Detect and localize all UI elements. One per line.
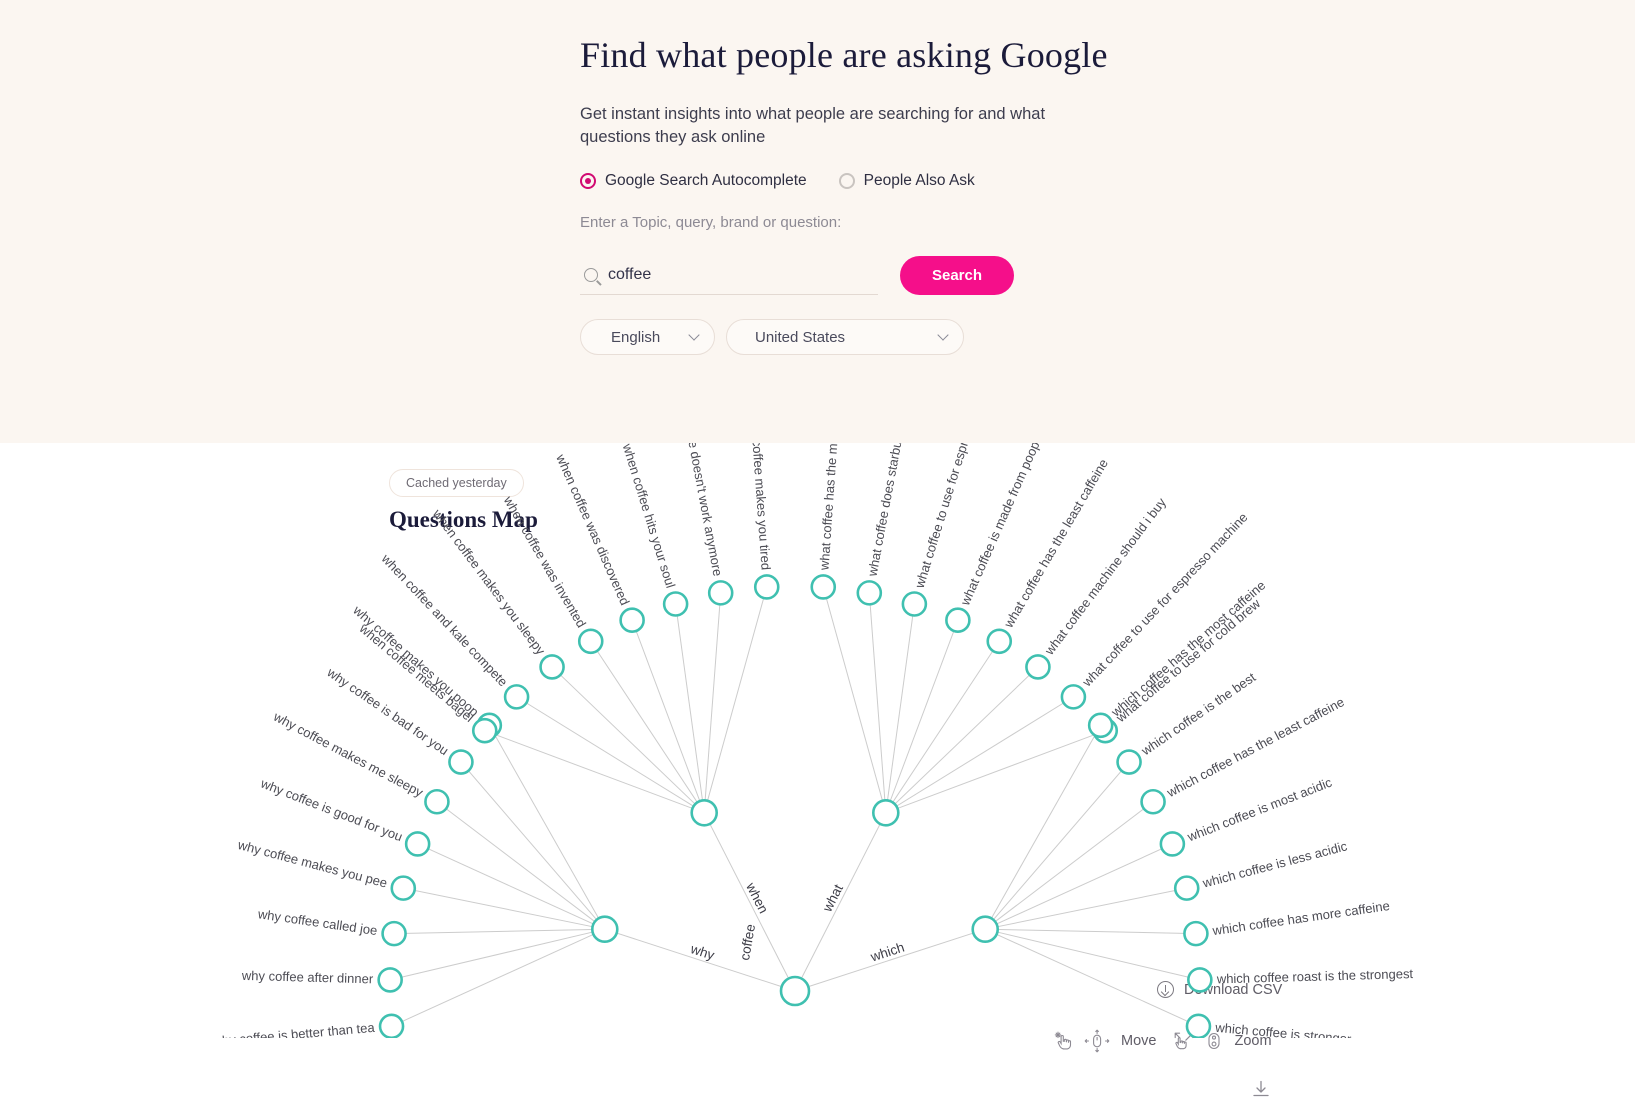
map-leaf-node[interactable]	[1187, 967, 1213, 993]
language-select[interactable]: English	[580, 319, 715, 355]
map-leaf-node[interactable]	[448, 749, 474, 775]
map-leaf-label: why coffee is better than tea	[211, 1020, 376, 1038]
page-title: Find what people are asking Google	[580, 35, 1108, 75]
map-hub-node[interactable]	[690, 798, 719, 827]
map-leaf-node[interactable]	[753, 574, 780, 600]
search-icon	[584, 267, 598, 282]
map-leaf-label: which coffee roast is the strongest	[1216, 966, 1414, 986]
map-leaf-label: which coffee is most acidic	[1184, 774, 1334, 844]
map-leaf-node[interactable]	[810, 574, 837, 600]
country-select[interactable]: United States	[726, 319, 964, 355]
mode-radio-group: Google Search Autocomplete People Also A…	[580, 172, 975, 190]
map-leaf-node[interactable]	[471, 717, 498, 744]
filters-row: English United States	[580, 319, 964, 355]
search-box[interactable]	[580, 255, 878, 295]
chevron-down-icon	[937, 329, 949, 341]
search-field-label: Enter a Topic, query, brand or question:	[580, 214, 842, 231]
radio-label-paa: People Also Ask	[863, 172, 975, 189]
map-leaf-node[interactable]	[1087, 712, 1114, 739]
map-leaf-node[interactable]	[901, 591, 928, 617]
map-leaf-node[interactable]	[707, 580, 734, 606]
radio-selected-icon[interactable]	[580, 173, 596, 189]
map-leaf-node[interactable]	[619, 607, 645, 633]
map-leaf-node[interactable]	[378, 1013, 405, 1038]
map-download-icon[interactable]	[1252, 1080, 1270, 1103]
map-leaf-node[interactable]	[945, 607, 971, 633]
map-leaf-node[interactable]	[1025, 654, 1051, 680]
results-section: Cached yesterday Questions Map Download …	[0, 443, 1635, 1097]
radio-unselected-icon[interactable]	[838, 173, 855, 189]
map-root-node[interactable]	[779, 975, 811, 1007]
map-leaf-label: why coffee after dinner	[241, 968, 374, 987]
map-leaf-label: which coffee is stronger	[1214, 1020, 1353, 1038]
map-root-label: coffee	[737, 923, 758, 962]
map-leaf-label: what coffee to use for espresso	[911, 443, 979, 591]
map-leaf-label: why coffee called joe	[256, 906, 378, 938]
map-hub-label: why	[688, 941, 717, 963]
map-leaf-node[interactable]	[377, 967, 403, 993]
map-leaf-label: why coffee is good for you	[258, 775, 405, 844]
hero-section: Find what people are asking Google Get i…	[0, 0, 1635, 443]
map-leaf-label: when coffee doesn't work anymore	[674, 443, 726, 577]
map-leaf-node[interactable]	[1183, 920, 1209, 947]
radio-people-also-ask[interactable]: People Also Ask	[838, 172, 975, 190]
map-leaf-node[interactable]	[1116, 749, 1142, 775]
search-row: Search	[580, 255, 1014, 295]
map-hub-node[interactable]	[971, 915, 1000, 943]
search-button[interactable]: Search	[900, 255, 1014, 295]
search-input[interactable]	[608, 265, 858, 284]
page-subtitle: Get instant insights into what people ar…	[580, 105, 1046, 147]
map-leaf-node[interactable]	[1140, 788, 1166, 815]
chevron-down-icon	[688, 329, 700, 341]
map-leaf-label: when coffee hits your soul	[619, 443, 678, 590]
map-hub-node[interactable]	[590, 915, 619, 943]
map-leaf-label: which coffee has more caffeine	[1211, 898, 1391, 938]
map-leaf-label: which coffee is less acidic	[1200, 838, 1349, 891]
map-hub-node[interactable]	[871, 798, 900, 827]
map-leaf-label: which coffee has the most caffeine	[1107, 578, 1268, 721]
questions-map-canvas[interactable]: why why coffee is better than tea why coff…	[0, 443, 1635, 1038]
map-leaf-node[interactable]	[662, 591, 689, 617]
map-leaf-node[interactable]	[1060, 684, 1087, 710]
map-leaf-label: what coffee has the most caff	[816, 443, 843, 572]
map-leaf-node[interactable]	[1159, 831, 1186, 857]
map-leaf-node[interactable]	[390, 875, 417, 901]
language-select-value: English	[611, 328, 661, 346]
map-leaf-node[interactable]	[1185, 1013, 1212, 1038]
map-leaf-label: why coffee makes you pee	[235, 837, 388, 891]
map-leaf-node[interactable]	[503, 684, 530, 710]
map-leaf-label: when coffee makes you tired	[747, 443, 774, 571]
map-leaf-node[interactable]	[424, 788, 450, 815]
map-leaf-node[interactable]	[986, 628, 1013, 655]
map-leaf-node[interactable]	[577, 628, 604, 655]
map-leaf-label: what coffee to use for cold brew	[1112, 595, 1263, 725]
map-leaf-node[interactable]	[404, 831, 431, 857]
map-leaf-node[interactable]	[539, 654, 565, 680]
radio-label-autocomplete: Google Search Autocomplete	[605, 172, 807, 189]
map-leaf-node[interactable]	[856, 580, 883, 606]
map-leaf-label: what coffee does starbucks us	[864, 443, 911, 578]
country-select-value: United States	[755, 328, 846, 346]
map-leaf-node[interactable]	[381, 920, 407, 947]
map-leaf-node[interactable]	[1173, 875, 1200, 901]
radio-google-search-autocomplete[interactable]: Google Search Autocomplete	[580, 172, 807, 190]
